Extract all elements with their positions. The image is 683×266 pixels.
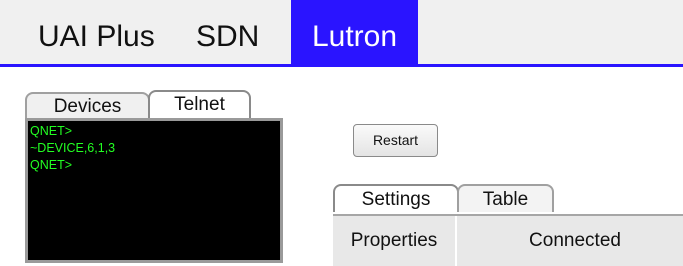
tab-settings[interactable]: Settings	[333, 184, 459, 212]
top-tab-bar: UAI Plus SDN Lutron	[0, 0, 683, 67]
telnet-terminal[interactable]: QNET> ~DEVICE,6,1,3 QNET>	[25, 118, 283, 263]
terminal-line: QNET>	[30, 124, 73, 138]
tab-sdn[interactable]: SDN	[196, 0, 259, 64]
tab-lutron[interactable]: Lutron	[291, 0, 418, 64]
restart-button[interactable]: Restart	[353, 124, 438, 157]
properties-label: Properties	[333, 216, 457, 266]
status-value: Connected	[529, 230, 621, 251]
tab-devices[interactable]: Devices	[25, 92, 150, 118]
tab-table[interactable]: Table	[457, 184, 554, 212]
properties-table: Properties Connected	[333, 214, 683, 266]
tab-uai-plus[interactable]: UAI Plus	[38, 0, 155, 64]
terminal-line: QNET>	[30, 158, 73, 172]
terminal-line: ~DEVICE,6,1,3	[30, 141, 116, 155]
tab-telnet[interactable]: Telnet	[148, 90, 251, 118]
